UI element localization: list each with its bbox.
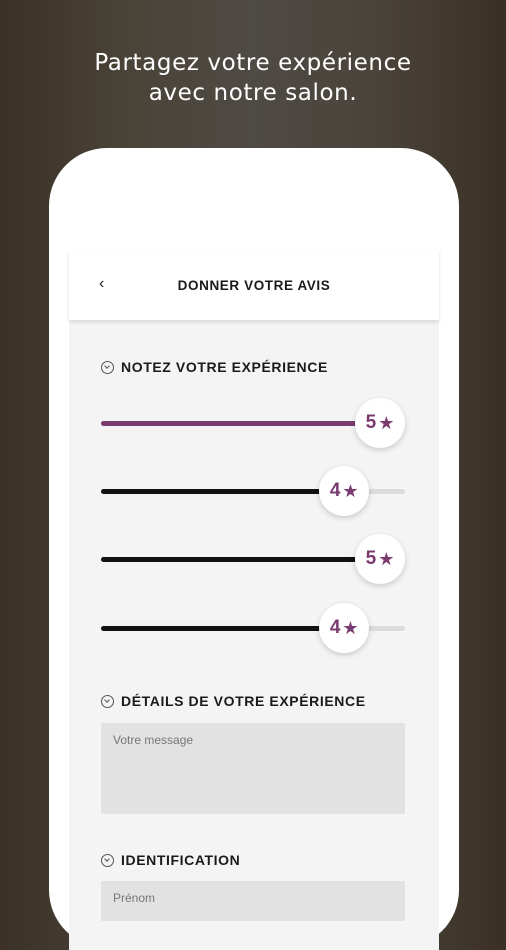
slider-fill [101, 626, 345, 631]
rating-value: 5 [365, 412, 377, 433]
rating-slider-1[interactable]: 5 ★ [101, 398, 405, 448]
slider-fill [101, 421, 380, 426]
headline: Partagez votre expérience avec notre sal… [0, 48, 506, 108]
rating-slider-2[interactable]: 4 ★ [101, 466, 405, 516]
rating-slider-4[interactable]: 4 ★ [101, 603, 405, 653]
chevron-down-circle-icon [101, 360, 114, 374]
slider-fill [101, 557, 380, 562]
star-icon: ★ [342, 617, 359, 638]
section-rating-header[interactable]: NOTEZ VOTRE EXPÉRIENCE [101, 359, 328, 375]
message-placeholder: Votre message [113, 733, 194, 747]
rating-slider-3[interactable]: 5 ★ [101, 534, 405, 584]
rating-value: 5 [365, 548, 377, 569]
section-rating-title: NOTEZ VOTRE EXPÉRIENCE [121, 359, 328, 375]
review-screen: ‹ DONNER VOTRE AVIS NOTEZ VOTRE EXPÉRIEN… [69, 250, 439, 950]
section-details-title: DÉTAILS DE VOTRE EXPÉRIENCE [121, 693, 366, 709]
chevron-down-circle-icon [101, 853, 114, 867]
section-details-header[interactable]: DÉTAILS DE VOTRE EXPÉRIENCE [101, 693, 366, 709]
headline-line-2: avec notre salon. [148, 80, 358, 106]
section-identification-title: IDENTIFICATION [121, 852, 241, 868]
chevron-down-circle-icon [101, 694, 114, 708]
star-icon: ★ [378, 548, 395, 569]
star-icon: ★ [342, 480, 359, 501]
slider-thumb[interactable]: 5 ★ [355, 534, 405, 584]
top-bar: ‹ DONNER VOTRE AVIS [69, 250, 439, 320]
section-identification-header[interactable]: IDENTIFICATION [101, 852, 240, 868]
rating-value: 4 [329, 617, 341, 638]
slider-thumb[interactable]: 4 ★ [319, 466, 370, 516]
headline-line-1: Partagez votre expérience [94, 50, 412, 76]
message-textarea[interactable]: Votre message [101, 723, 405, 814]
firstname-input[interactable]: Prénom [101, 881, 405, 921]
slider-thumb[interactable]: 5 ★ [355, 398, 405, 448]
firstname-placeholder: Prénom [113, 891, 156, 905]
slider-thumb[interactable]: 4 ★ [319, 603, 370, 653]
star-icon: ★ [378, 412, 395, 433]
rating-value: 4 [329, 480, 341, 501]
slider-fill [101, 489, 345, 494]
page-title: DONNER VOTRE AVIS [177, 278, 331, 293]
